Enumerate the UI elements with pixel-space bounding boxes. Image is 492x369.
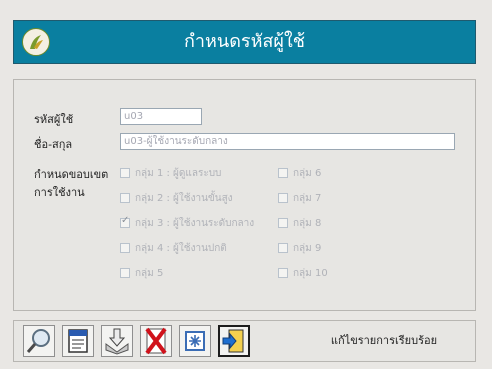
user-id-field[interactable]: u03 (120, 108, 202, 125)
search-icon (26, 329, 50, 353)
window: กำหนดรหัสผู้ใช้ รหัสผู้ใช้ u03 ชื่อ-สกุล… (8, 8, 483, 362)
group-9-checkbox[interactable] (278, 243, 288, 253)
group-7-label: กลุ่ม 7 (293, 193, 322, 204)
group-2-checkbox[interactable] (120, 193, 130, 203)
group-10-checkbox[interactable] (278, 268, 288, 278)
user-id-label: รหัสผู้ใช้ (34, 113, 74, 126)
group-6-label: กลุ่ม 6 (293, 168, 322, 179)
download-button[interactable] (101, 325, 133, 357)
group-8-checkbox[interactable] (278, 218, 288, 228)
delete-button[interactable] (140, 325, 172, 357)
group-3-checkbox[interactable] (120, 215, 130, 228)
group-5-label: กลุ่ม 5 (135, 268, 164, 279)
fullname-label: ชื่อ-สกุล (34, 138, 73, 151)
group-8-label: กลุ่ม 8 (293, 218, 322, 229)
edit-document-icon (68, 329, 88, 353)
search-button[interactable] (23, 325, 55, 357)
group-6-checkbox[interactable] (278, 168, 288, 178)
refresh-button[interactable] (179, 325, 211, 357)
fullname-field[interactable]: u03-ผู้ใช้งานระดับกลาง (120, 133, 455, 150)
group-1-label: กลุ่ม 1 : ผู้ดูแลระบบ (135, 168, 222, 179)
group-3-label: กลุ่ม 3 : ผู้ใช้งานระดับกลาง (135, 218, 255, 229)
group-7-checkbox[interactable] (278, 193, 288, 203)
group-5-checkbox[interactable] (120, 268, 130, 278)
delete-icon (145, 327, 167, 355)
scope-label: กำหนดขอบเขต การใช้งาน (34, 165, 108, 201)
header-bar: กำหนดรหัสผู้ใช้ (13, 20, 476, 64)
refresh-icon (185, 331, 205, 351)
group-1-checkbox[interactable] (120, 168, 130, 178)
download-icon (105, 328, 129, 355)
group-10-label: กลุ่ม 10 (293, 268, 328, 279)
group-9-label: กลุ่ม 9 (293, 243, 322, 254)
group-4-label: กลุ่ม 4 : ผู้ใช้งานปกติ (135, 243, 227, 254)
scope-label-line2: การใช้งาน (34, 186, 85, 199)
exit-button[interactable] (218, 325, 250, 357)
status-text: แก้ไขรายการเรียบร้อย (330, 334, 438, 347)
group-2-label: กลุ่ม 2 : ผู้ใช้งานขั้นสูง (135, 193, 233, 204)
exit-icon (222, 329, 244, 353)
edit-button[interactable] (62, 325, 94, 357)
form-panel: รหัสผู้ใช้ u03 ชื่อ-สกุล u03-ผู้ใช้งานระ… (13, 79, 476, 311)
scope-label-line1: กำหนดขอบเขต (34, 168, 109, 181)
group-4-checkbox[interactable] (120, 243, 130, 253)
toolbar: แก้ไขรายการเรียบร้อย (13, 320, 476, 362)
page-title: กำหนดรหัสผู้ใช้ (184, 31, 305, 52)
